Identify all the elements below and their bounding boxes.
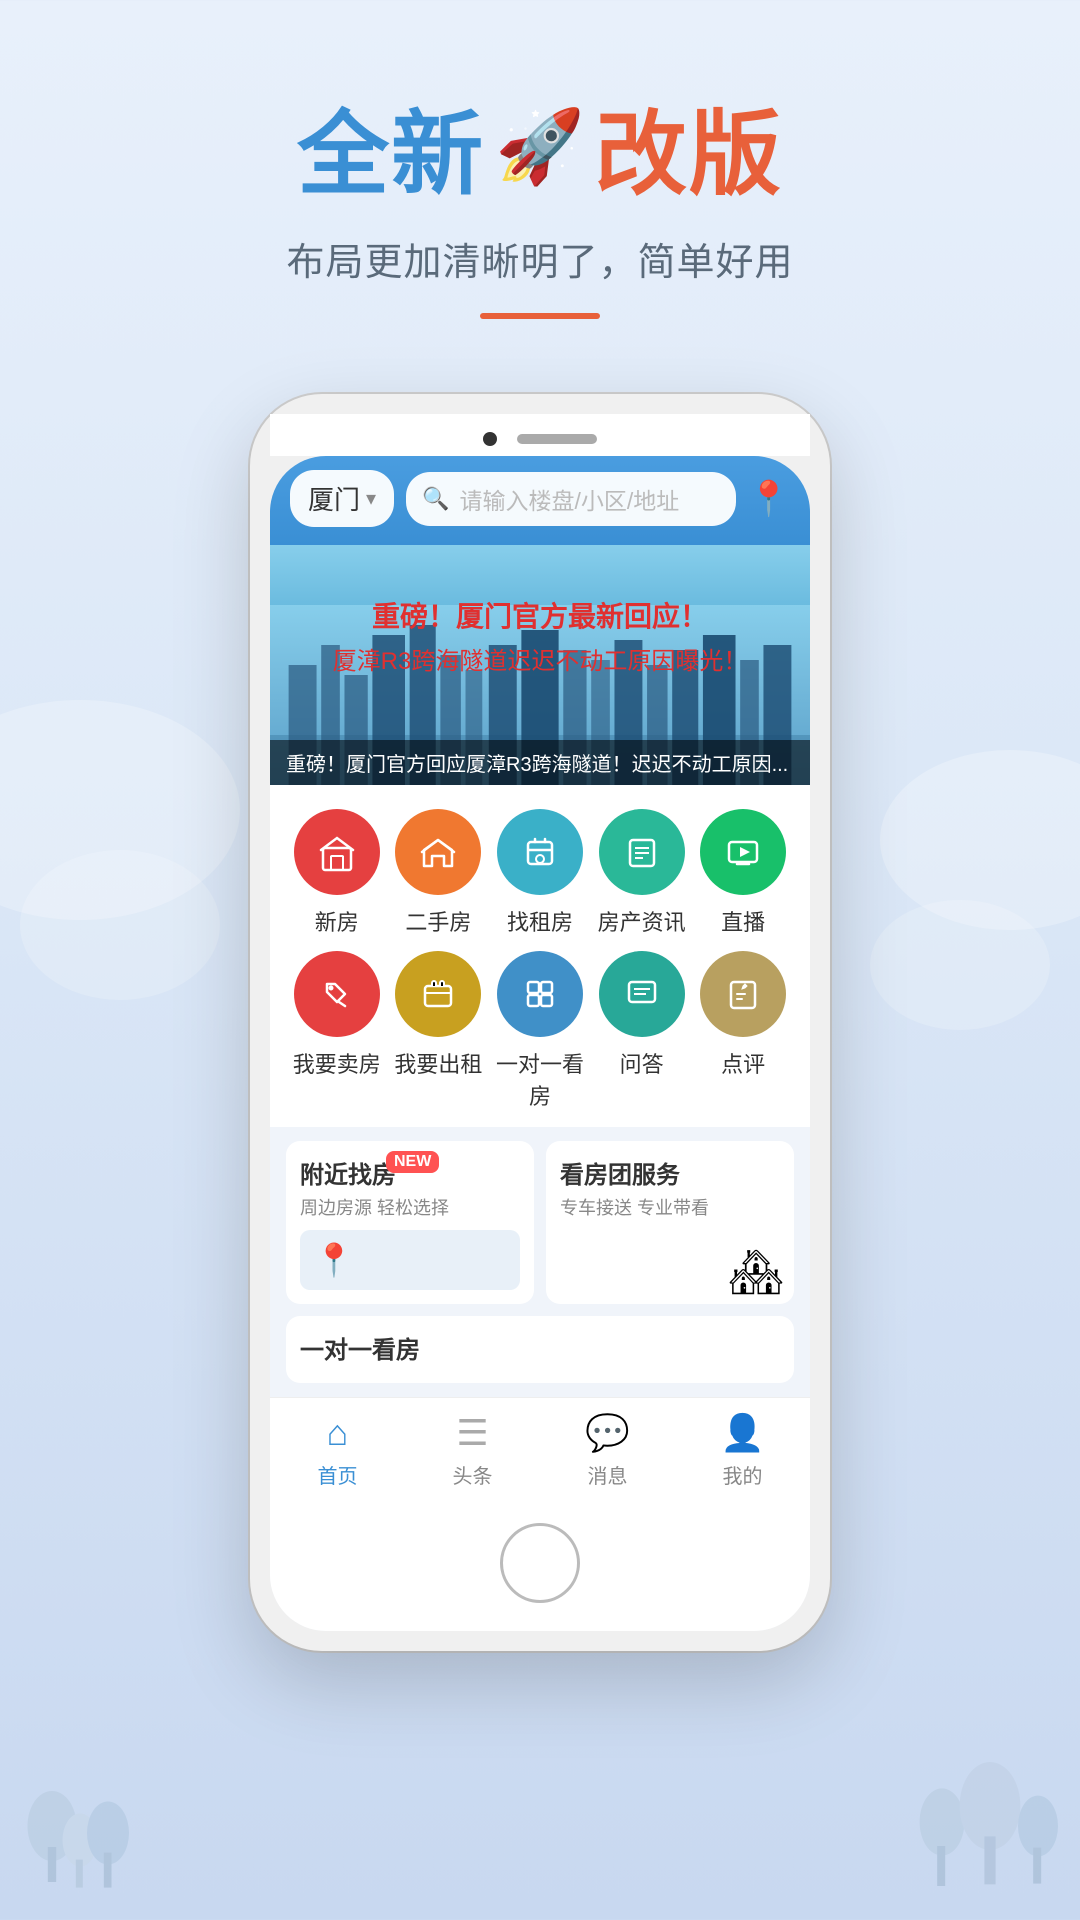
header-underline-decoration <box>480 313 600 319</box>
nearby-house-sub: 周边房源 轻松选择 <box>300 1194 520 1220</box>
search-icon: 🔍 <box>422 486 449 512</box>
menu-item-review[interactable]: 点评 <box>692 951 794 1111</box>
news-label: 房产资讯 <box>598 905 686 937</box>
news-icon <box>599 809 685 895</box>
rent-icon <box>497 809 583 895</box>
menu-item-rent-out[interactable]: 我要出租 <box>388 951 490 1111</box>
second-house-icon <box>395 809 481 895</box>
live-label: 直播 <box>721 905 765 937</box>
one-on-one-icon <box>497 951 583 1037</box>
home-button-area <box>270 1509 810 1631</box>
phone-screen: 厦门 ▾ 🔍 请输入楼盘/小区/地址 📍 <box>270 456 810 1631</box>
review-icon <box>700 951 786 1037</box>
bottom-navigation: ⌂ 首页 ☰ 头条 💬 消息 👤 我的 <box>270 1397 810 1509</box>
rent-label: 找租房 <box>507 905 573 937</box>
city-name: 厦门 <box>308 480 360 517</box>
menu-item-live[interactable]: 直播 <box>692 809 794 937</box>
house-tour-sub: 专车接送 专业带看 <box>560 1194 780 1220</box>
phone-outer: 厦门 ▾ 🔍 请输入楼盘/小区/地址 📍 <box>250 394 830 1651</box>
map-preview: 📍 <box>300 1230 520 1290</box>
review-label: 点评 <box>721 1047 765 1079</box>
phone-camera <box>483 432 497 446</box>
one-on-one-card[interactable]: 一对一看房 <box>286 1316 794 1383</box>
menu-item-news[interactable]: 房产资讯 <box>591 809 693 937</box>
nav-item-messages[interactable]: 💬 消息 <box>540 1412 675 1489</box>
sell-label: 我要卖房 <box>293 1047 381 1079</box>
news-nav-icon: ☰ <box>456 1412 488 1454</box>
menu-item-second-house[interactable]: 二手房 <box>388 809 490 937</box>
banner-text-overlay: 重磅！厦门官方最新回应！ 厦漳R3跨海隧道迟迟不动工原因曝光！ <box>270 595 810 676</box>
house-tour-card[interactable]: 看房团服务 专车接送 专业带看 🏘 <box>546 1141 794 1304</box>
icon-grid-section: 新房 二手房 找租房 <box>270 785 810 1127</box>
search-bar-area: 厦门 ▾ 🔍 请输入楼盘/小区/地址 📍 <box>270 456 810 545</box>
location-icon[interactable]: 📍 <box>748 479 790 519</box>
header-area: 全新 🚀 改版 布局更加清晰明了，简单好用 <box>0 0 1080 364</box>
chevron-down-icon: ▾ <box>366 486 376 511</box>
home-button[interactable] <box>500 1523 580 1603</box>
house-tour-icon: 🏘 <box>728 1246 784 1298</box>
search-input-box[interactable]: 🔍 请输入楼盘/小区/地址 <box>406 472 736 526</box>
new-badge: NEW <box>386 1151 439 1173</box>
title-right: 改版 <box>595 80 783 213</box>
banner-area[interactable]: 重磅！厦门官方最新回应！ 厦漳R3跨海隧道迟迟不动工原因曝光！ 重磅！厦门官方回… <box>270 545 810 785</box>
nav-item-home[interactable]: ⌂ 首页 <box>270 1412 405 1489</box>
search-placeholder-text: 请输入楼盘/小区/地址 <box>459 482 679 516</box>
icon-grid: 新房 二手房 找租房 <box>286 809 794 1111</box>
home-nav-label: 首页 <box>318 1460 358 1489</box>
menu-item-one-on-one[interactable]: 一对一看房 <box>489 951 591 1111</box>
bottom-sections: 附近找房 周边房源 轻松选择 NEW 📍 看房团服务 专车接送 专业带看 🏘 一… <box>270 1127 810 1397</box>
home-nav-icon: ⌂ <box>327 1412 349 1454</box>
banner-title: 重磅！厦门官方最新回应！ <box>270 595 810 635</box>
banner-bottom-bar: 重磅！厦门官方回应厦漳R3跨海隧道！迟迟不动工原因... <box>270 740 810 785</box>
rent-out-icon <box>395 951 481 1037</box>
title-row: 全新 🚀 改版 <box>0 80 1080 213</box>
house-tour-title: 看房团服务 <box>560 1155 780 1190</box>
banner-bottom-text: 重磅！厦门官方回应厦漳R3跨海隧道！迟迟不动工原因... <box>286 748 794 777</box>
qa-label: 问答 <box>620 1047 664 1079</box>
menu-item-new-house[interactable]: 新房 <box>286 809 388 937</box>
one-on-one-card-title: 一对一看房 <box>300 1330 780 1365</box>
header-subtitle: 布局更加清晰明了，简单好用 <box>0 231 1080 286</box>
profile-nav-label: 我的 <box>723 1460 763 1489</box>
message-nav-label: 消息 <box>588 1460 628 1489</box>
second-house-label: 二手房 <box>405 905 471 937</box>
live-icon <box>700 809 786 895</box>
qa-icon <box>599 951 685 1037</box>
phone-speaker <box>517 434 597 444</box>
phone-top-bar <box>270 414 810 456</box>
new-house-icon <box>294 809 380 895</box>
banner-subtitle: 厦漳R3跨海隧道迟迟不动工原因曝光！ <box>270 641 810 676</box>
nav-item-news[interactable]: ☰ 头条 <box>405 1412 540 1489</box>
sell-icon <box>294 951 380 1037</box>
news-nav-label: 头条 <box>453 1460 493 1489</box>
rocket-icon: 🚀 <box>495 104 585 189</box>
app-content: 厦门 ▾ 🔍 请输入楼盘/小区/地址 📍 <box>270 456 810 1631</box>
menu-item-qa[interactable]: 问答 <box>591 951 693 1111</box>
profile-nav-icon: 👤 <box>720 1412 765 1454</box>
one-on-one-label: 一对一看房 <box>489 1047 591 1111</box>
menu-item-sell[interactable]: 我要卖房 <box>286 951 388 1111</box>
phone-mockup: 厦门 ▾ 🔍 请输入楼盘/小区/地址 📍 <box>0 394 1080 1651</box>
title-left: 全新 <box>297 80 485 213</box>
nearby-house-card[interactable]: 附近找房 周边房源 轻松选择 NEW 📍 <box>286 1141 534 1304</box>
map-pin-icon: 📍 <box>314 1241 354 1279</box>
rent-out-label: 我要出租 <box>394 1047 482 1079</box>
city-selector[interactable]: 厦门 ▾ <box>290 470 394 527</box>
message-nav-icon: 💬 <box>585 1412 630 1454</box>
nav-item-profile[interactable]: 👤 我的 <box>675 1412 810 1489</box>
new-house-label: 新房 <box>315 905 359 937</box>
menu-item-rent[interactable]: 找租房 <box>489 809 591 937</box>
